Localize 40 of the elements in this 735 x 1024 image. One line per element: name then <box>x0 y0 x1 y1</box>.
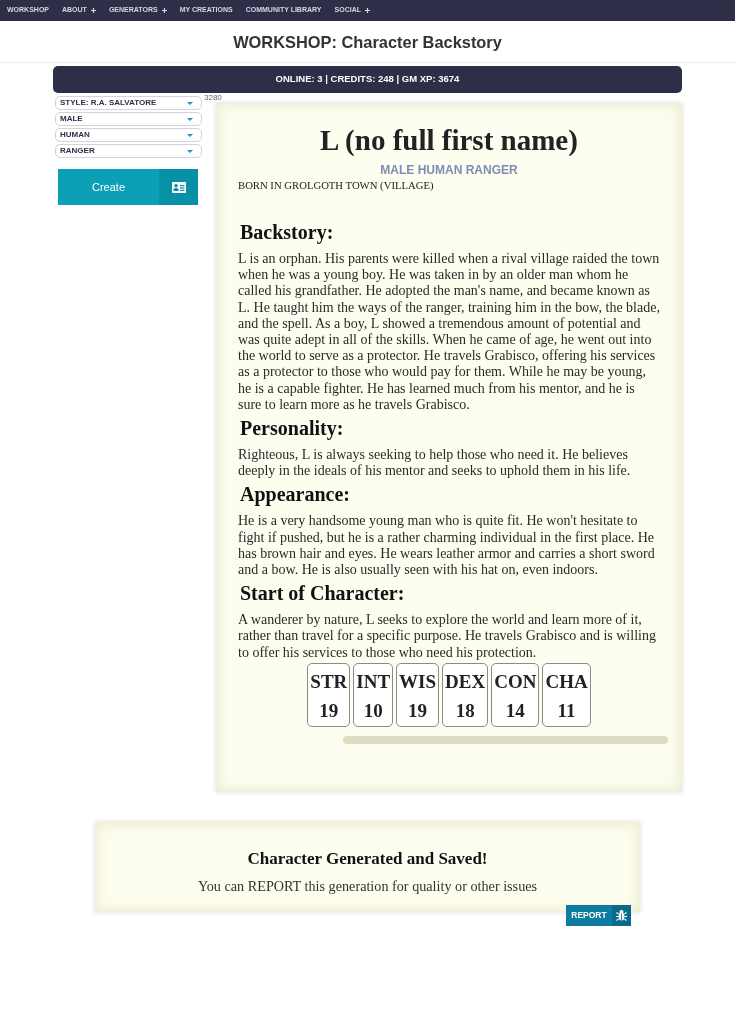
id-card-icon <box>159 169 198 205</box>
stat-label: CHA <box>545 669 588 694</box>
section-paragraph: He is a very handsome young man who is quite fit. He won't hesitate to fight if pushed, but he is a rather charming individual in the first place. He has brown hair and eyes. He wears leather armor and carries a short sword and a bow. He is also usually seen with his hat on, even indoors. <box>238 513 656 579</box>
dropdown-select[interactable]: MALE <box>55 112 202 126</box>
section-heading: Backstory: <box>240 221 334 243</box>
section-heading: Start of Character: <box>240 582 405 605</box>
report-button[interactable]: REPORT <box>566 904 631 926</box>
character-subtitle: MALE HUMAN RANGER <box>379 162 519 178</box>
section-heading: Personality: <box>240 417 344 440</box>
status-bar: ONLINE: 3 | CREDITS: 248 | GM XP: 3674 <box>53 66 682 93</box>
scrollbar[interactable] <box>343 735 668 744</box>
stat-label: INT <box>356 669 391 694</box>
bug-icon <box>612 904 631 926</box>
stat-label: CON <box>494 669 537 694</box>
page-title: WORKSHOP: Character Backstory <box>233 31 502 53</box>
section-paragraph: L is an orphan. His parents were killed when a rival village raided the town when he was a young boy. He was taken in by an older man whom he called his grandfather. He adopted the man's name, and became known as L. He taught him the ways of the ranger, training him in the bow, the blade, and the spell. As a boy, L showed a tremendous amount of potential and was quite adept in all of the skills. When he came of age, he went out into the world to serve as a protector. He travels Grabisco, offering his services as a protector to those who would pay for them. While he may be young, he is a capable fighter. He has learned much from his mentor, and he is sure to learn more as he travels Grabisco. <box>238 251 660 414</box>
birthplace-text: BORN IN GROLGOTH TOWN (VILLAGE) <box>238 179 434 192</box>
section-paragraph: A wanderer by nature, L seeks to explore the world and learn more of it, rather than travel for a specific purpose. He travels Grabisco and is willing to offer his services to those who need his protection. <box>238 612 657 661</box>
stat-value: 14 <box>505 698 525 723</box>
dropdown-select[interactable]: STYLE: R.A. SALVATORE <box>55 96 202 110</box>
notice-title: Character Generated and Saved! <box>247 848 488 869</box>
notice-text: You can REPORT this generation for quality or other issues <box>197 876 538 895</box>
section-paragraph: Righteous, L is always seeking to help those who need it. He believes deeply in the ideals of his mentor and seeks to uphold them in his life. <box>238 447 632 480</box>
section-heading: Appearance: <box>240 483 350 506</box>
stat-value: 10 <box>363 698 383 723</box>
caret-down-icon <box>187 133 193 137</box>
stat-value: 19 <box>319 698 339 723</box>
stat-value: 11 <box>557 698 576 723</box>
stat-label: STR <box>310 669 348 694</box>
dropdown-select[interactable]: HUMAN <box>55 128 202 142</box>
caret-down-icon <box>187 117 193 121</box>
stat-label: WIS <box>399 669 437 694</box>
counter-text: 3280 <box>204 94 222 102</box>
stat-value: 19 <box>408 698 428 723</box>
caret-down-icon <box>187 149 193 153</box>
caret-down-icon <box>187 101 193 105</box>
stat-value: 18 <box>455 698 475 723</box>
character-name: L (no full first name) <box>319 123 579 157</box>
dropdown-select[interactable]: RANGER <box>55 144 202 158</box>
stat-label: DEX <box>445 669 486 694</box>
